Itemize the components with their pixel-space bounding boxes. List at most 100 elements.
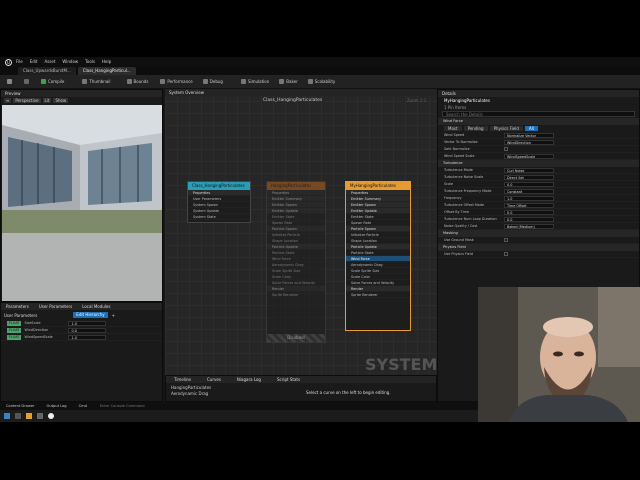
details-search-input[interactable]: Search the Details [442, 111, 635, 117]
property-value[interactable]: 1.0 [504, 195, 639, 201]
curve-item[interactable]: Aerodynamic Drag [171, 391, 208, 396]
browser-icon[interactable] [37, 413, 43, 419]
property-value[interactable]: 0.0 [504, 216, 639, 222]
property-checkbox[interactable] [504, 147, 508, 151]
lit-button[interactable]: Lit [42, 98, 52, 103]
perspective-button[interactable]: Perspective [13, 98, 41, 103]
menu-file[interactable]: File [16, 57, 23, 66]
tab-user-parameters[interactable]: User Parameters [34, 304, 77, 309]
property-value[interactable]: Constant [504, 188, 639, 194]
cmd-dropdown[interactable]: Cmd [73, 402, 93, 410]
property-checkbox[interactable] [504, 252, 508, 256]
menu-tools[interactable]: Tools [85, 57, 95, 66]
thumbnail-button[interactable]: Thumbnail [79, 77, 113, 87]
performance-button[interactable]: Performance [157, 77, 195, 87]
parameter-value-input[interactable]: 1.0 [68, 320, 162, 326]
property-value-field[interactable]: 0.0 [504, 217, 554, 222]
tab-niagara-log[interactable]: Niagara Log [229, 377, 269, 382]
property-value-field[interactable]: Direct Set [504, 175, 554, 180]
property-value[interactable]: Baked (Medium) [504, 223, 639, 229]
property-value[interactable]: Curl Noise [504, 167, 639, 173]
system-overview-graph[interactable]: System Overview Class_HangingParticulate… [165, 89, 437, 375]
property-value[interactable]: Time Offset [504, 202, 639, 208]
filter-physics-field[interactable]: Physics Field [489, 126, 523, 131]
explorer-icon[interactable] [26, 413, 32, 419]
emitter-node-disabled[interactable]: HangingParticulates Properties Emitter Su… [266, 181, 326, 343]
property-value-field[interactable]: 1.0 [504, 196, 554, 201]
property-value-field[interactable]: 0.0 [504, 210, 554, 215]
parameter-value-input[interactable]: 1.0 [68, 334, 162, 340]
property-value[interactable]: WindSpeedScale [504, 153, 639, 159]
unreal-logo-icon[interactable]: U [5, 58, 12, 66]
property-value-field[interactable]: Baked (Medium) [504, 224, 554, 229]
simulation-button[interactable]: Simulation [238, 77, 272, 87]
tab-script-stats[interactable]: Script Stats [269, 377, 308, 382]
tab-curves[interactable]: Curves [199, 377, 229, 382]
node-stack-row[interactable]: System State [188, 214, 250, 220]
details-subsection[interactable]: Physics Field [438, 244, 639, 251]
system-node[interactable]: Class_HangingParticulates Properties User… [187, 181, 251, 223]
menu-edit[interactable]: Edit [30, 57, 38, 66]
property-name: Turbulence Noise Scale [444, 175, 484, 179]
viewport-toolbar: ≡ Perspective Lit Show [1, 97, 162, 104]
search-icon[interactable] [15, 413, 21, 419]
bounds-button[interactable]: Bounds [124, 77, 152, 87]
tab-parameters[interactable]: Parameters [1, 304, 34, 309]
menu-help[interactable]: Help [102, 57, 111, 66]
content-drawer-button[interactable]: Content Drawer [0, 402, 41, 410]
details-pin-count: 1 Pin Items [444, 105, 467, 110]
property-value[interactable] [504, 237, 639, 243]
property-value-field[interactable]: WindSpeedScale [504, 154, 554, 159]
property-value[interactable]: Direct Set [504, 174, 639, 180]
property-value[interactable]: Normalize Vector [504, 132, 639, 138]
curve-item[interactable]: HangingParticulates [171, 385, 211, 390]
compile-button[interactable]: Compile [38, 77, 67, 87]
property-value[interactable] [504, 251, 639, 257]
property-value-field[interactable]: WindDirection [504, 140, 554, 145]
property-value[interactable]: 0.0 [504, 181, 639, 187]
debug-button[interactable]: Debug [200, 77, 226, 87]
parameter-row[interactable]: FLOAT WindSpeedScale 1.0 [1, 334, 162, 341]
property-value-field[interactable]: Time Offset [504, 203, 554, 208]
property-value-field[interactable]: Curl Noise [504, 168, 554, 173]
property-value-field[interactable]: 0.0 [504, 182, 554, 187]
tab-hanging-particulates[interactable]: Class_HangingParticul... [77, 67, 136, 75]
show-button[interactable]: Show [53, 98, 69, 103]
menu-asset[interactable]: Asset [44, 57, 55, 66]
parameter-row[interactable]: FLOAT SizeScale 1.0 [1, 320, 162, 327]
emitter-node-selected[interactable]: MyHangingParticulates Properties Emitter … [345, 181, 411, 331]
scalability-button[interactable]: Scalability [305, 77, 339, 87]
tab-timeline[interactable]: Timeline [166, 377, 199, 382]
filter-pending[interactable]: Pending [463, 126, 488, 131]
parameter-value-input[interactable]: 0.0 [68, 327, 162, 333]
filter-most[interactable]: Most [444, 126, 462, 131]
unreal-taskbar-icon[interactable] [48, 413, 54, 419]
property-value[interactable]: WindDirection [504, 139, 639, 145]
tab-upwards-burst[interactable]: Class_UpwardsBurstM... [18, 67, 76, 75]
output-log-button[interactable]: Output Log [41, 402, 73, 410]
preview-viewport[interactable] [2, 105, 162, 301]
node-stack-row[interactable]: Sprite Renderer [267, 292, 325, 298]
property-checkbox[interactable] [504, 238, 508, 242]
property-value-field[interactable]: Normalize Vector [504, 133, 554, 138]
parameter-row[interactable]: FLOAT WindDirection 0.0 [1, 327, 162, 334]
save-button[interactable] [4, 77, 17, 87]
details-subsection[interactable]: Masking [438, 230, 639, 237]
property-value[interactable]: 0.0 [504, 209, 639, 215]
menu-window[interactable]: Window [62, 57, 78, 66]
add-parameter-icon[interactable]: + [112, 313, 115, 318]
node-stack-row[interactable]: Sprite Renderer [346, 292, 410, 298]
filter-all[interactable]: All [524, 126, 538, 131]
system-overview-tab[interactable]: System Overview [165, 89, 437, 96]
wind-force-section[interactable]: Wind Force [438, 118, 639, 125]
hamburger-icon[interactable]: ≡ [4, 98, 12, 103]
baker-button[interactable]: Baker [276, 77, 300, 87]
details-subsection[interactable]: Turbulence [438, 160, 639, 167]
browse-button[interactable] [21, 77, 34, 87]
edit-hierarchy-button[interactable]: Edit Hierarchy [73, 312, 108, 318]
property-value[interactable] [504, 146, 639, 152]
tab-local-modules[interactable]: Local Modules [77, 304, 115, 309]
start-icon[interactable] [4, 413, 10, 419]
console-command-input[interactable]: Enter Console Command [96, 402, 167, 410]
property-value-field[interactable]: Constant [504, 189, 554, 194]
